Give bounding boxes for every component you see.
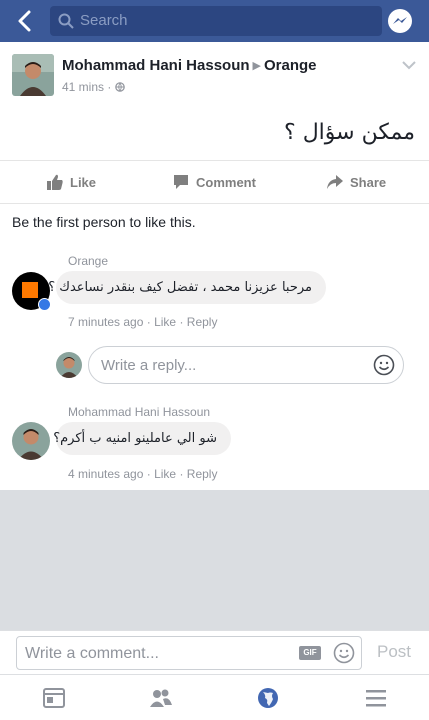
- arrow-right-icon: ▶: [252, 60, 261, 72]
- globe-icon: [114, 82, 125, 92]
- verified-badge-icon: [38, 298, 51, 311]
- thumbs-up-icon: [47, 174, 63, 190]
- post-text: ممكن سؤال ؟: [284, 120, 415, 145]
- comment-time[interactable]: 4 minutes ago: [68, 467, 143, 481]
- comment-composer: Write a comment... GIF Post: [0, 630, 429, 674]
- comment-like-link[interactable]: Like: [154, 315, 176, 329]
- my-avatar: [56, 352, 82, 378]
- reply-placeholder: Write a reply...: [101, 357, 197, 374]
- orange-avatar[interactable]: [12, 272, 51, 311]
- orange-logo-icon: [22, 282, 38, 298]
- comment-button[interactable]: Comment: [172, 173, 256, 191]
- share-icon: [327, 175, 343, 189]
- friends-icon[interactable]: [149, 687, 173, 709]
- comment-time[interactable]: 7 minutes ago: [68, 315, 143, 329]
- menu-icon[interactable]: [364, 687, 388, 709]
- post-author-name[interactable]: Mohammad Hani Hassoun: [62, 57, 250, 74]
- comment-reply-link[interactable]: Reply: [187, 315, 218, 329]
- post-meta: 41 mins ·: [62, 80, 125, 94]
- chevron-down-icon[interactable]: [402, 60, 416, 70]
- comment-meta: 7 minutes ago · Like · Reply: [68, 315, 218, 329]
- commenter-avatar[interactable]: [12, 422, 50, 460]
- emoji-icon[interactable]: [373, 354, 395, 376]
- search-input[interactable]: Search: [50, 6, 382, 36]
- comment-placeholder: Write a comment...: [25, 645, 159, 662]
- search-placeholder: Search: [80, 12, 128, 29]
- emoji-icon[interactable]: [333, 642, 355, 664]
- empty-background: [0, 490, 429, 630]
- comment-input[interactable]: Write a comment... GIF: [16, 636, 362, 670]
- post-author-line: Mohammad Hani Hassoun ▶ Orange: [62, 57, 317, 74]
- share-button[interactable]: Share: [326, 173, 386, 191]
- bottom-tab-bar: [0, 674, 429, 720]
- post-button[interactable]: Post: [377, 642, 411, 662]
- post-action-bar: Like Comment Share: [0, 160, 429, 204]
- comment-reply-link[interactable]: Reply: [187, 467, 218, 481]
- comment-like-link[interactable]: Like: [154, 467, 176, 481]
- messenger-icon[interactable]: [387, 8, 413, 34]
- comment-bubble: مرحبا عزيزنا محمد ، تفضل كيف بنقدر نساعد…: [48, 271, 326, 304]
- comment-meta: 4 minutes ago · Like · Reply: [68, 467, 218, 481]
- comment-bubble: شو الي عاملينو امنيه ب أكرم؟: [53, 422, 231, 455]
- reply-input[interactable]: Write a reply...: [88, 346, 404, 384]
- post-time[interactable]: 41 mins: [62, 80, 104, 94]
- post-header: Mohammad Hani Hassoun ▶ Orange 41 mins ·: [0, 42, 429, 112]
- comment-icon: [174, 175, 188, 189]
- post-target-page[interactable]: Orange: [264, 57, 317, 74]
- like-button[interactable]: Like: [46, 173, 96, 191]
- likes-summary: Be the first person to like this.: [12, 214, 196, 230]
- back-arrow-icon[interactable]: [12, 8, 38, 34]
- globe-notifications-icon[interactable]: [256, 687, 280, 709]
- search-icon: [58, 13, 74, 29]
- gif-button[interactable]: GIF: [299, 646, 321, 660]
- news-feed-icon[interactable]: [42, 687, 66, 709]
- comment-author[interactable]: Orange: [68, 254, 108, 268]
- top-navigation-bar: Search: [0, 0, 429, 42]
- comment-author[interactable]: Mohammad Hani Hassoun: [68, 405, 210, 419]
- author-avatar[interactable]: [12, 54, 54, 96]
